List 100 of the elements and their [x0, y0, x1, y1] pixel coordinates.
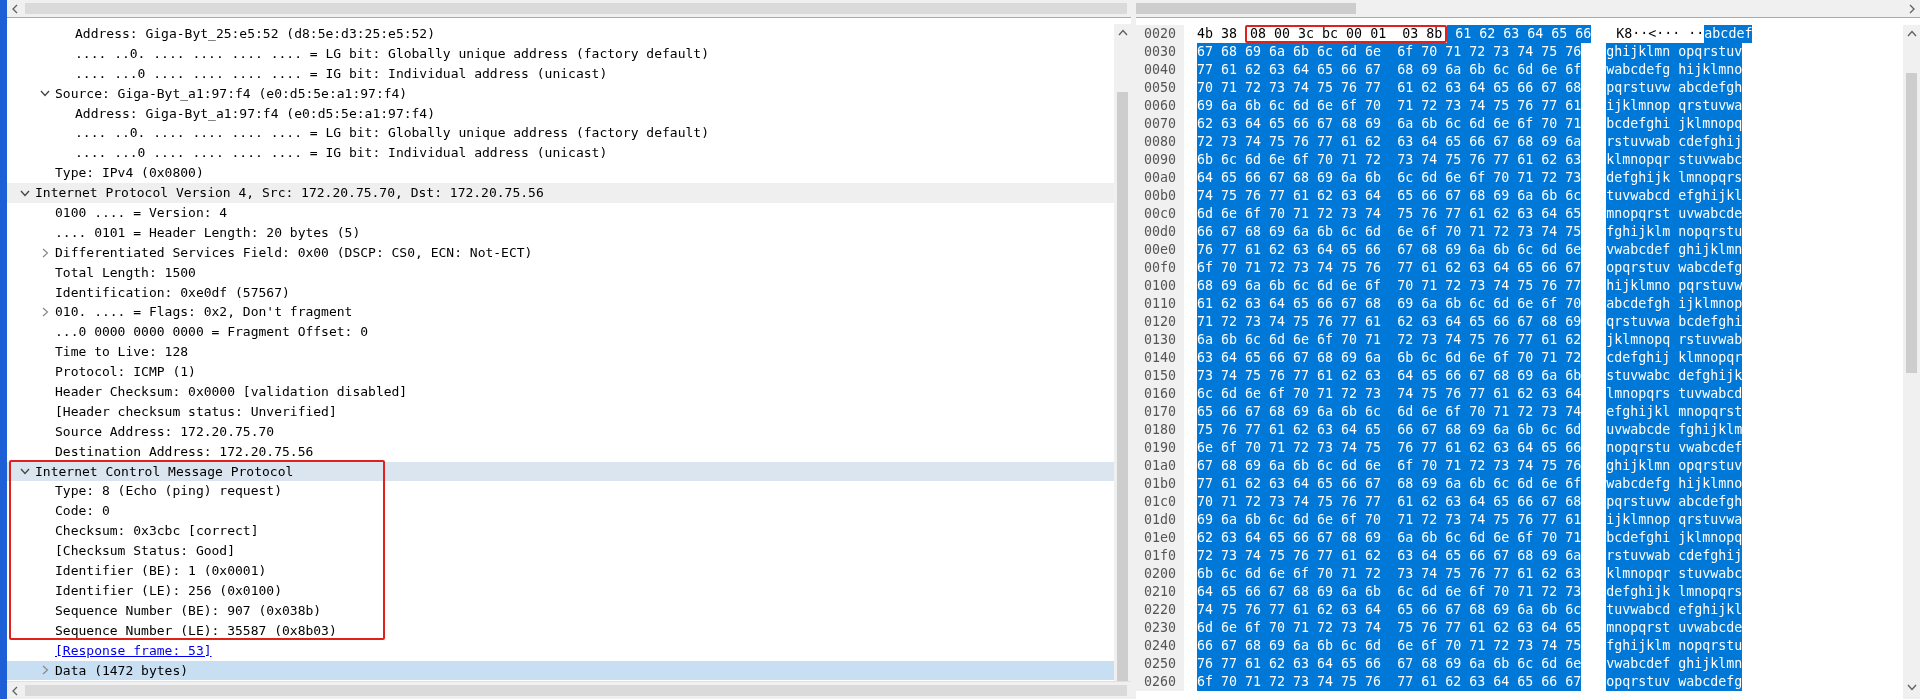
offset-label: 0250: [1136, 655, 1184, 673]
hex-bytes: 65 66 67 68 69 6a 6b 6c 6d 6e 6f 70 71 72 73 74: [1197, 403, 1582, 421]
ascii-text: stuvwabc defghijk: [1606, 367, 1743, 385]
ascii-text: abcdefgh ijklmnop: [1606, 295, 1743, 313]
hex-bytes: 77 61 62 63 64 65 66 67 68 69 6a 6b 6c 6d 6e 6f: [1197, 61, 1582, 79]
hex-bytes: 66 67 68 69 6a 6b 6c 6d 6e 6f 70 71 72 73 74 75: [1197, 223, 1582, 241]
tree-item[interactable]: Sequence Number (BE): 907 (0x038b): [7, 600, 1114, 621]
tree-item[interactable]: Internet Protocol Version 4, Src: 172.20.75.70, Dst: 172.20.75.56: [7, 183, 1114, 203]
tree-item[interactable]: Source Address: 172.20.75.70: [7, 421, 1114, 442]
hex-bytes: 69 6a 6b 6c 6d 6e 6f 70 71 72 73 74 75 76 77 61: [1197, 511, 1582, 529]
hex-bytes: 4b 38: [1197, 25, 1239, 43]
tree-item[interactable]: .... ...0 .... .... .... .... = IG bit: Individual address (unicast): [7, 63, 1114, 84]
ascii-text: pqrstuvw abcdefgh: [1606, 79, 1743, 97]
offset-label: 0240: [1136, 637, 1184, 655]
tree-item[interactable]: Total Length: 1500: [7, 262, 1114, 283]
tree-item[interactable]: Internet Control Message Protocol: [7, 461, 1114, 482]
hex-bytes: 69 6a 6b 6c 6d 6e 6f 70 71 72 73 74 75 76 77 61: [1197, 97, 1582, 115]
hex-bytes: 61 62 63 64 65 66: [1447, 25, 1592, 43]
tree-item[interactable]: Checksum: 0x3cbc [correct]: [7, 521, 1114, 542]
ascii-text: bcdefghi jklmnopq: [1606, 115, 1743, 133]
horizontal-scrollbar[interactable]: [1136, 0, 1920, 18]
offset-label: 00d0: [1136, 223, 1184, 241]
tree-item[interactable]: Source: Giga-Byt_a1:97:f4 (e0:d5:5e:a1:97:f4): [7, 83, 1114, 104]
response-frame-link[interactable]: [Response frame: 53]: [55, 640, 212, 661]
scroll-up-icon[interactable]: [1117, 29, 1128, 36]
offset-label: 01c0: [1136, 493, 1184, 511]
tree-item[interactable]: .... ..0. .... .... .... .... = LG bit: Globally unique address (factory default): [7, 123, 1114, 144]
ascii-text: rstuvwab cdefghij: [1606, 547, 1743, 565]
tree-item[interactable]: [Header checksum status: Unverified]: [7, 401, 1114, 422]
tree-item[interactable]: ...0 0000 0000 0000 = Fragment Offset: 0: [7, 322, 1114, 343]
tree-item[interactable]: Sequence Number (LE): 35587 (0x8b03): [7, 620, 1114, 641]
ascii-text: klmnopqr stuvwabc: [1606, 151, 1743, 169]
tree-item[interactable]: Type: 8 (Echo (ping) request): [7, 481, 1114, 502]
tree-item[interactable]: 010. .... = Flags: 0x2, Don't fragment: [7, 302, 1114, 323]
hex-bytes: 6f 70 71 72 73 74 75 76 77 61 62 63 64 65 66 67: [1197, 673, 1582, 691]
tree-item[interactable]: .... ..0. .... .... .... .... = LG bit: Globally unique address (factory default): [7, 43, 1114, 64]
vertical-scrollbar[interactable]: [1903, 25, 1920, 699]
horizontal-scrollbar[interactable]: [7, 0, 1131, 18]
chevron-right-icon[interactable]: [41, 247, 49, 258]
chevron-down-icon[interactable]: [40, 90, 50, 98]
scroll-right-icon[interactable]: [1908, 3, 1916, 14]
tree-item[interactable]: Code: 0: [7, 501, 1114, 522]
tree-item[interactable]: .... ...0 .... .... .... .... = IG bit: Individual address (unicast): [7, 143, 1114, 164]
chevron-down-icon[interactable]: [20, 468, 30, 476]
tree-item[interactable]: Time to Live: 128: [7, 342, 1114, 363]
offset-label: 0050: [1136, 79, 1184, 97]
ascii-text: defghijk lmnopqrs: [1606, 583, 1743, 601]
scrollbar-thumb[interactable]: [1136, 3, 1356, 14]
offset-label: 0120: [1136, 313, 1184, 331]
scroll-up-icon[interactable]: [1906, 30, 1917, 37]
scrollbar-thumb[interactable]: [1117, 92, 1128, 681]
offset-label: 0030: [1136, 43, 1184, 61]
chevron-right-icon[interactable]: [41, 665, 49, 676]
tree-item[interactable]: [Checksum Status: Good]: [7, 541, 1114, 562]
offset-label: 00b0: [1136, 187, 1184, 205]
tree-item[interactable]: Identification: 0xe0df (57567): [7, 282, 1114, 303]
ascii-text: wabcdefg hijklmno: [1606, 475, 1743, 493]
tree-item[interactable]: 0100 .... = Version: 4: [7, 203, 1114, 223]
hex-bytes: 70 71 72 73 74 75 76 77 61 62 63 64 65 66 67 68: [1197, 493, 1582, 511]
offset-label: 0230: [1136, 619, 1184, 637]
offset-label: 0080: [1136, 133, 1184, 151]
ascii-text: vwabcdef ghijklmn: [1606, 655, 1743, 673]
tree-item[interactable]: Address: Giga-Byt_a1:97:f4 (e0:d5:5e:a1:97:f4): [7, 103, 1114, 124]
offset-label: 0190: [1136, 439, 1184, 457]
ascii-text: uvwabcde fghijklm: [1606, 421, 1743, 439]
tree-item[interactable]: Address: Giga-Byt_25:e5:52 (d8:5e:d3:25:e5:52): [7, 24, 1114, 44]
chevron-right-icon[interactable]: [41, 307, 49, 318]
ascii-text: hijklmno pqrstuvw: [1606, 277, 1743, 295]
tree-item[interactable]: Header Checksum: 0x0000 [validation disabled]: [7, 382, 1114, 402]
offset-label: 0180: [1136, 421, 1184, 439]
tree-item[interactable]: Type: IPv4 (0x0800): [7, 163, 1114, 184]
hex-bytes: 62 63 64 65 66 67 68 69 6a 6b 6c 6d 6e 6f 70 71: [1197, 115, 1582, 133]
scroll-left-icon[interactable]: [11, 3, 19, 14]
hex-bytes: 76 77 61 62 63 64 65 66 67 68 69 6a 6b 6c 6d 6e: [1197, 655, 1582, 673]
tree-item[interactable]: Protocol: ICMP (1): [7, 362, 1114, 383]
hex-bytes: 6d 6e 6f 70 71 72 73 74 75 76 77 61 62 63 64 65: [1197, 205, 1582, 223]
tree-item[interactable]: Differentiated Services Field: 0x00 (DSCP: CS0, ECN: Not-ECT): [7, 242, 1114, 263]
ascii-text: jklmnopq rstuvwab: [1606, 331, 1743, 349]
tree-item[interactable]: Data (1472 bytes): [7, 660, 1114, 681]
ascii-text: fghijklm nopqrstu: [1606, 637, 1743, 655]
offset-label: 0110: [1136, 295, 1184, 313]
offset-label: 01b0: [1136, 475, 1184, 493]
tree-item[interactable]: Identifier (LE): 256 (0x0100): [7, 580, 1114, 601]
ascii-text: mnopqrst uvwabcde: [1606, 619, 1743, 637]
vertical-scrollbar[interactable]: [1114, 24, 1131, 681]
offset-label: 0170: [1136, 403, 1184, 421]
tree-item[interactable]: Identifier (BE): 1 (0x0001): [7, 561, 1114, 581]
ascii-text: ijklmnop qrstuvwa: [1606, 97, 1743, 115]
tree-item[interactable]: .... 0101 = Header Length: 20 bytes (5): [7, 222, 1114, 243]
ascii-text: tuvwabcd efghijkl: [1606, 601, 1743, 619]
scrollbar-thumb[interactable]: [1906, 73, 1917, 373]
scroll-down-icon[interactable]: [1906, 684, 1917, 691]
hex-bytes: 68 69 6a 6b 6c 6d 6e 6f 70 71 72 73 74 75 76 77: [1197, 277, 1582, 295]
ascii-text: cdefghij klmnopqr: [1606, 349, 1743, 367]
offset-label: 01f0: [1136, 547, 1184, 565]
scroll-left-icon[interactable]: [11, 685, 19, 696]
offset-label: 00c0: [1136, 205, 1184, 223]
ascii-text: abcdef: [1704, 25, 1753, 43]
chevron-down-icon[interactable]: [20, 189, 30, 197]
tree-item[interactable]: Destination Address: 172.20.75.56: [7, 441, 1114, 462]
